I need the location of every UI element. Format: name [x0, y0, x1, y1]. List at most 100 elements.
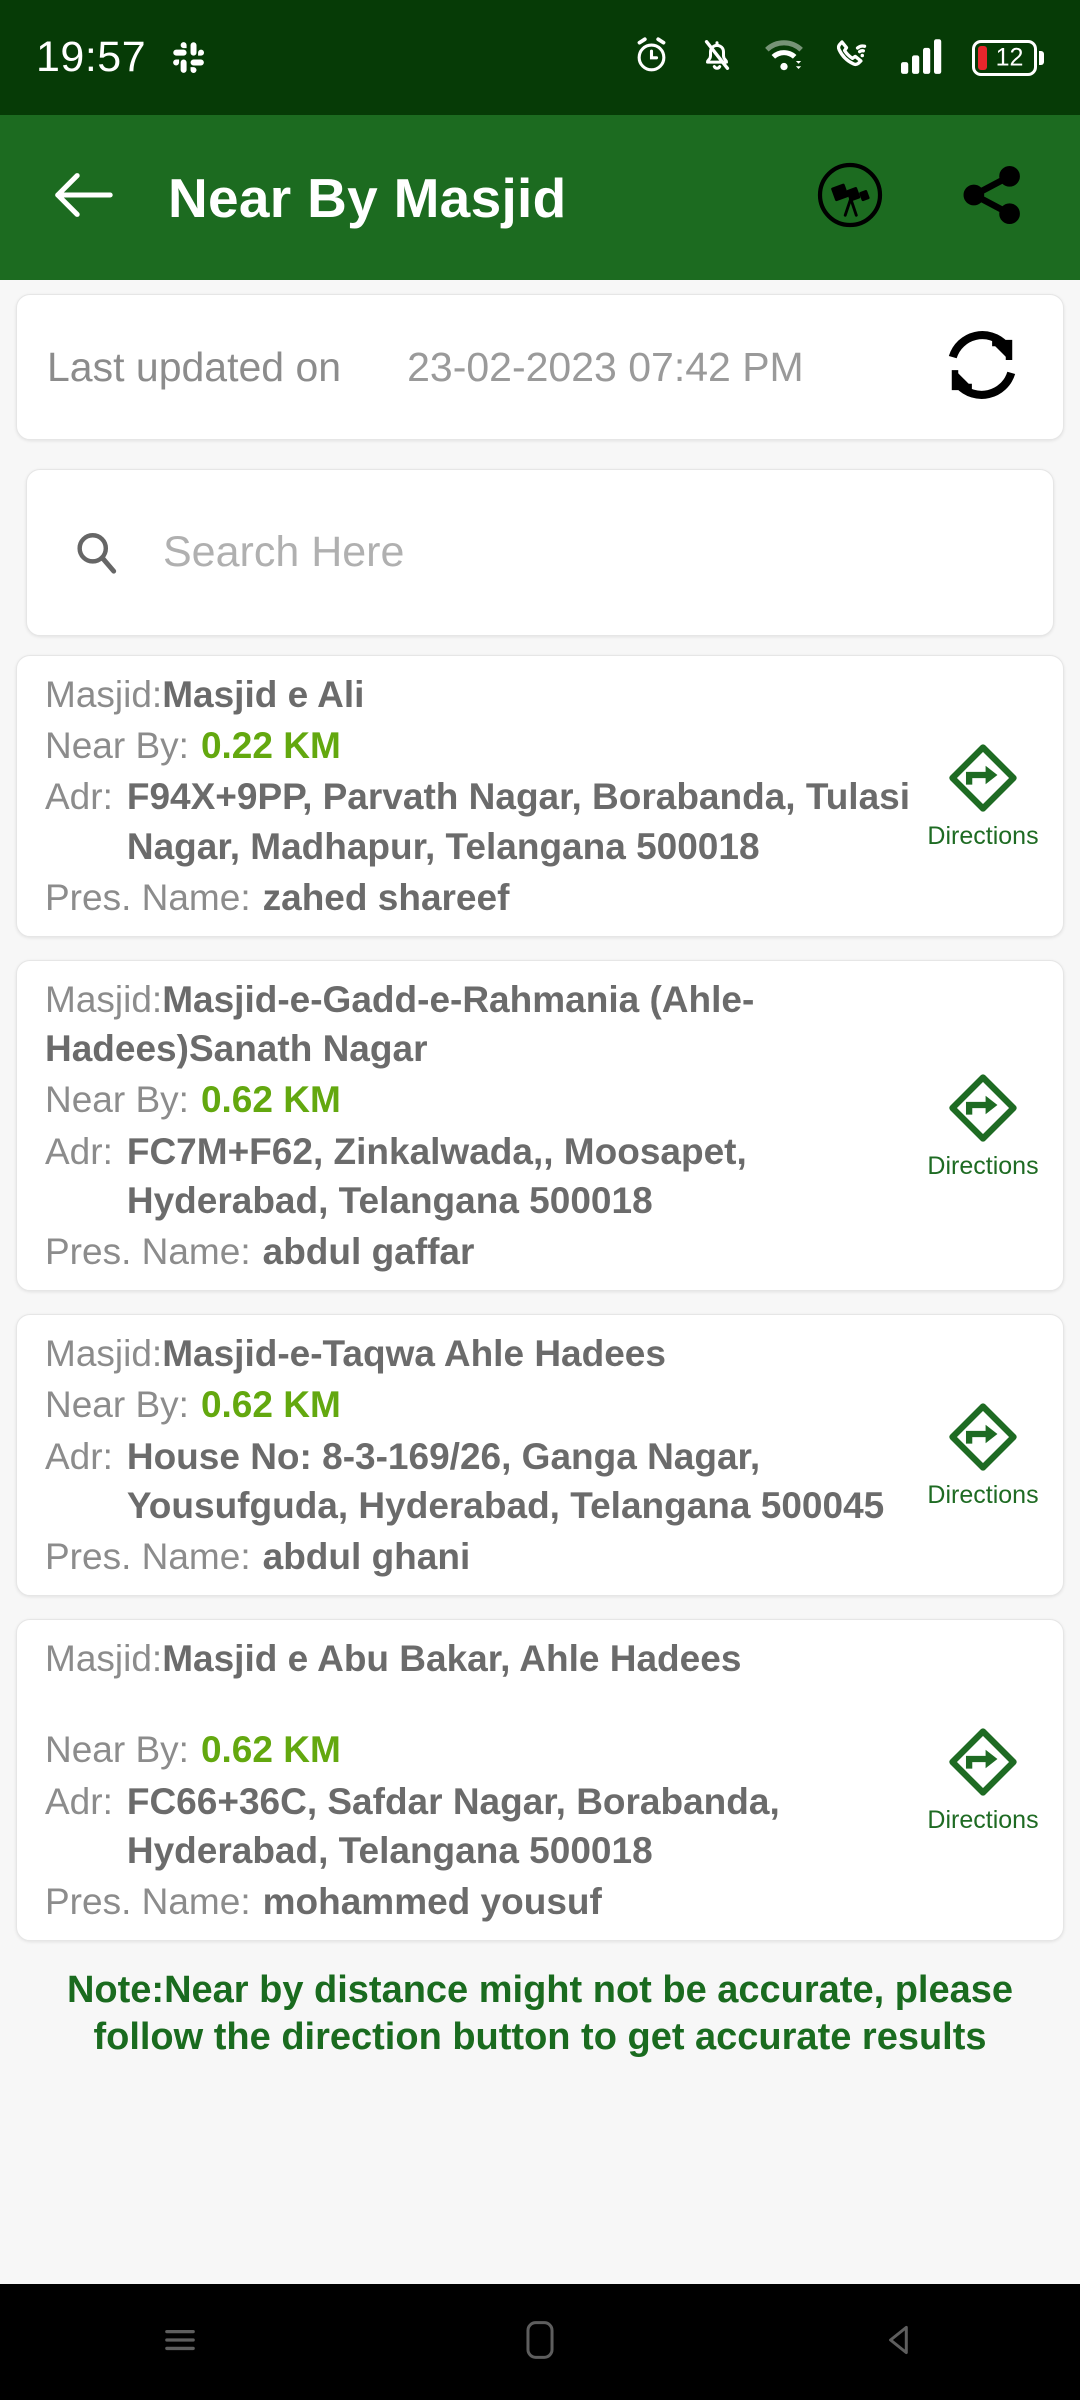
- recents-icon: [159, 2319, 201, 2366]
- address-label: Adr:: [45, 1130, 113, 1172]
- masjid-president: zahed shareef: [262, 876, 510, 918]
- masjid-label: Masjid:: [45, 1333, 163, 1375]
- main-content: Last updated on 23-02-2023 07:42 PM Sear…: [0, 280, 1080, 2284]
- masjid-president: mohammed yousuf: [262, 1881, 602, 1923]
- directions-icon: [946, 1071, 1020, 1150]
- directions-button[interactable]: Directions: [927, 1071, 1039, 1181]
- page-title: Near By Masjid: [168, 166, 567, 229]
- masjid-card[interactable]: Masjid:Masjid e Ali Near By: 0.22 KM Adr:…: [16, 655, 1064, 938]
- home-button[interactable]: [470, 2284, 610, 2400]
- masjid-address-row: Adr: FC66+36C, Safdar Nagar, Borabanda, H…: [45, 1777, 921, 1875]
- directions-button[interactable]: Directions: [927, 741, 1039, 851]
- masjid-address: F94X+9PP, Parvath Nagar, Borabanda, Tula…: [126, 776, 911, 867]
- masjid-distance: 0.62 KM: [200, 1729, 341, 1771]
- directions-label: Directions: [927, 822, 1039, 850]
- president-label: Pres. Name:: [45, 1881, 251, 1923]
- masjid-info: Masjid:Masjid-e-Gadd-e-Rahmania (Ahle-Ha…: [45, 975, 929, 1276]
- last-updated-card: Last updated on 23-02-2023 07:42 PM: [16, 294, 1064, 440]
- masjid-distance: 0.62 KM: [200, 1079, 341, 1121]
- masjid-info: Masjid:Masjid-e-Taqwa Ahle Hadees Near B…: [45, 1329, 929, 1581]
- refresh-icon: [937, 320, 1027, 415]
- masjid-name-row: Masjid:Masjid-e-Taqwa Ahle Hadees: [45, 1329, 921, 1378]
- masjid-address: FC66+36C, Safdar Nagar, Borabanda, Hyder…: [126, 1780, 780, 1871]
- directions-icon: [946, 1400, 1020, 1479]
- president-label: Pres. Name:: [45, 1231, 251, 1273]
- president-label: Pres. Name:: [45, 1536, 251, 1578]
- status-clock: 19:57: [36, 33, 147, 81]
- president-label: Pres. Name:: [45, 876, 251, 918]
- masjid-label: Masjid:: [45, 1638, 163, 1680]
- back-button[interactable]: [40, 155, 126, 241]
- telescope-button[interactable]: [812, 160, 888, 236]
- directions-button[interactable]: Directions: [927, 1400, 1039, 1510]
- battery-icon: 12: [972, 39, 1044, 77]
- telescope-icon: [814, 159, 886, 236]
- nearby-label: Near By:: [45, 725, 189, 767]
- home-icon: [520, 2317, 560, 2368]
- app-bar-actions: [812, 160, 1040, 236]
- masjid-name-row: Masjid:Masjid e Abu Bakar, Ahle Hadees: [45, 1634, 921, 1683]
- masjid-name-row: Masjid:Masjid-e-Gadd-e-Rahmania (Ahle-Ha…: [45, 975, 921, 1073]
- nav-back-icon: [879, 2319, 921, 2366]
- masjid-distance-row: Near By: 0.62 KM: [45, 1725, 921, 1774]
- masjid-distance: 0.22 KM: [200, 725, 341, 767]
- directions-label: Directions: [927, 1806, 1039, 1835]
- last-updated-label: Last updated on: [47, 343, 342, 390]
- masjid-info: Masjid:Masjid e Abu Bakar, Ahle Hadees N…: [45, 1634, 929, 1926]
- masjid-list: Masjid:Masjid e Ali Near By: 0.22 KM Adr:…: [0, 655, 1080, 1942]
- directions-button[interactable]: Directions: [927, 1725, 1039, 1835]
- masjid-address-row: Adr: House No: 8-3-169/26, Ganga Nagar, Y…: [45, 1432, 921, 1530]
- app-bar: Near By Masjid: [0, 115, 1080, 280]
- app-screen: 19:57 12 Near By Masjid Last updated on …: [0, 0, 1080, 2400]
- masjid-name: Masjid-e-Taqwa Ahle Hadees: [162, 1333, 666, 1375]
- masjid-card[interactable]: Masjid:Masjid-e-Gadd-e-Rahmania (Ahle-Ha…: [16, 960, 1064, 1292]
- masjid-name-row: Masjid:Masjid e Ali: [45, 670, 921, 719]
- battery-tip: [1039, 50, 1044, 65]
- masjid-distance-row: Near By: 0.62 KM: [45, 1075, 921, 1124]
- back-arrow-icon: [50, 167, 116, 228]
- masjid-address-row: Adr: F94X+9PP, Parvath Nagar, Borabanda, …: [45, 772, 921, 870]
- masjid-address-row: Adr: FC7M+F62, Zinkalwada,, Moosapet, Hyd…: [45, 1127, 921, 1225]
- masjid-president: abdul ghani: [262, 1536, 471, 1578]
- wifi-icon: [763, 34, 805, 81]
- masjid-card[interactable]: Masjid:Masjid e Abu Bakar, Ahle Hadees N…: [16, 1619, 1064, 1942]
- address-label: Adr:: [45, 1435, 113, 1477]
- alarm-icon: [632, 36, 671, 80]
- recents-button[interactable]: [110, 2284, 250, 2400]
- status-bar: 19:57 12: [0, 0, 1080, 115]
- status-bar-right: 12: [632, 34, 1044, 81]
- masjid-name: Masjid e Ali: [162, 674, 365, 715]
- directions-icon: [946, 1725, 1020, 1804]
- nearby-label: Near By:: [45, 1729, 189, 1771]
- address-label: Adr:: [45, 776, 113, 818]
- battery-body: 12: [972, 39, 1038, 76]
- wifi-calling-icon: [832, 34, 874, 81]
- signal-bars-icon: [901, 36, 945, 79]
- masjid-president-row: Pres. Name: abdul ghani: [45, 1532, 921, 1581]
- masjid-address: House No: 8-3-169/26, Ganga Nagar, Yousu…: [126, 1435, 885, 1526]
- share-button[interactable]: [954, 160, 1030, 236]
- slack-icon: [172, 41, 206, 75]
- masjid-name: Masjid e Abu Bakar, Ahle Hadees: [162, 1638, 742, 1680]
- directions-label: Directions: [927, 1151, 1039, 1180]
- masjid-president-row: Pres. Name: zahed shareef: [45, 873, 921, 922]
- masjid-distance-row: Near By: 0.62 KM: [45, 1380, 921, 1429]
- search-bar[interactable]: [26, 469, 1054, 636]
- masjid-distance: 0.62 KM: [200, 1384, 341, 1426]
- nearby-label: Near By:: [45, 1384, 189, 1426]
- masjid-label: Masjid:: [45, 979, 163, 1021]
- masjid-card[interactable]: Masjid:Masjid-e-Taqwa Ahle Hadees Near B…: [16, 1314, 1064, 1597]
- status-bar-left: 19:57: [36, 33, 206, 82]
- masjid-president-row: Pres. Name: abdul gaffar: [45, 1227, 921, 1276]
- masjid-address: FC7M+F62, Zinkalwada,, Moosapet, Hyderab…: [126, 1130, 747, 1221]
- search-input[interactable]: [163, 528, 1015, 577]
- notifications-off-icon: [698, 36, 736, 79]
- masjid-info: Masjid:Masjid e Ali Near By: 0.22 KM Adr:…: [45, 670, 929, 922]
- back-nav-button[interactable]: [830, 2284, 970, 2400]
- refresh-button[interactable]: [935, 320, 1029, 414]
- masjid-label: Masjid:: [45, 674, 163, 715]
- android-nav-bar: [0, 2284, 1080, 2400]
- directions-icon: [946, 741, 1020, 820]
- share-icon: [958, 161, 1026, 234]
- search-icon: [65, 522, 127, 584]
